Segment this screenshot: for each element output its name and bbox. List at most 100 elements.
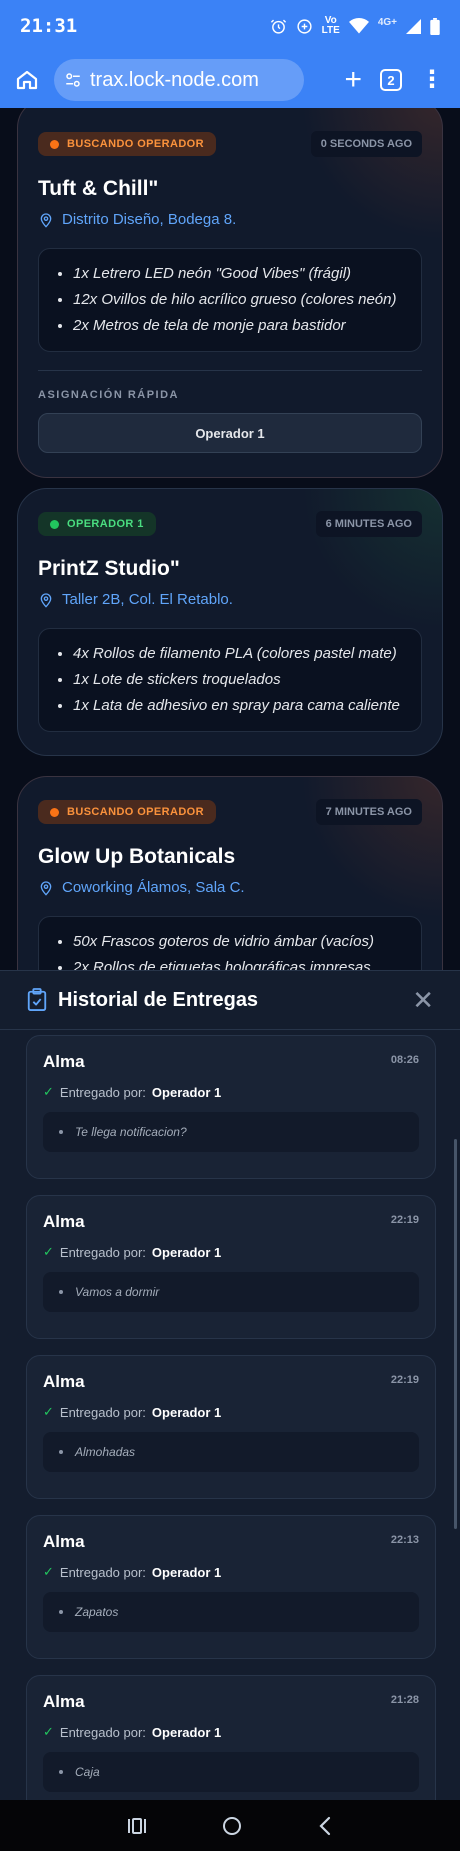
scrollbar[interactable]	[454, 1139, 457, 1529]
url-text[interactable]: trax.lock-node.com	[90, 69, 259, 92]
list-item: 4x Rollos de filamento PLA (colores past…	[73, 641, 403, 667]
status-dot	[50, 807, 59, 817]
recents-icon[interactable]	[127, 1817, 147, 1835]
location-pin-icon	[40, 880, 52, 896]
data-saver-icon	[297, 18, 312, 34]
item-list: 1x Letrero LED neón "Good Vibes" (frágil…	[38, 248, 422, 352]
divider	[0, 1029, 460, 1030]
delivery-note: Te llega notificacion?	[43, 1112, 419, 1152]
bullet	[59, 1610, 63, 1614]
history-panel[interactable]: Historial de Entregas ✕ Alma 08:26 ✓ Ent…	[0, 970, 460, 1800]
customer-name: Alma	[43, 1532, 85, 1551]
status-badge: BUSCANDO OPERADOR	[38, 132, 216, 156]
orders-feed[interactable]: BUSCANDO OPERADOR 0 SECONDS AGO Tuft & C…	[0, 108, 460, 970]
back-icon[interactable]	[317, 1816, 333, 1836]
status-badge: BUSCANDO OPERADOR	[38, 800, 216, 824]
status-bar: 21:31 Vo LTE 4G+	[0, 0, 460, 52]
assign-operator-button[interactable]: Operador 1	[38, 413, 422, 453]
entry-time: 08:26	[390, 1054, 419, 1066]
list-item: 1x Letrero LED neón "Good Vibes" (frágil…	[73, 261, 403, 287]
history-title: Historial de Entregas	[58, 988, 259, 1011]
status-badge: OPERADOR 1	[38, 512, 156, 536]
system-nav-bar	[0, 1800, 460, 1851]
location-pin-icon	[40, 592, 52, 608]
new-tab-button[interactable]: +	[344, 65, 362, 95]
wifi-icon	[348, 18, 369, 34]
delivered-by: ✓ Entregado por: Operador 1	[43, 1244, 222, 1260]
address-bar[interactable]: trax.lock-node.com	[54, 59, 304, 101]
delivery-note: Zapatos	[43, 1592, 419, 1632]
status-dot	[50, 519, 59, 529]
volte-icon: Vo LTE	[321, 15, 340, 36]
order-card: OPERADOR 1 6 MINUTES AGO PrintZ Studio" …	[17, 488, 443, 756]
customer-name: Alma	[43, 1692, 85, 1711]
entry-time: 22:19	[390, 1214, 419, 1226]
bullet	[59, 1130, 63, 1134]
history-entry: Alma 08:26 ✓ Entregado por: Operador 1 T…	[26, 1035, 436, 1179]
clipboard-check-icon	[27, 988, 47, 1012]
signal-icon	[406, 18, 421, 34]
delivery-note: Caja	[43, 1752, 419, 1792]
history-entry: Alma 22:19 ✓ Entregado por: Operador 1 V…	[26, 1195, 436, 1339]
check-icon: ✓	[43, 1564, 54, 1579]
entry-time: 22:13	[390, 1534, 419, 1546]
delivered-by: ✓ Entregado por: Operador 1	[43, 1084, 222, 1100]
list-item: 2x Metros de tela de monje para bastidor	[73, 313, 403, 339]
browser-toolbar: trax.lock-node.com + 2 ⋮	[0, 52, 460, 108]
tab-switcher-button[interactable]: 2	[380, 69, 402, 91]
history-header: Historial de Entregas ✕	[0, 971, 460, 1029]
order-location: Coworking Álamos, Sala C.	[38, 879, 422, 896]
order-card: BUSCANDO OPERADOR 0 SECONDS AGO Tuft & C…	[17, 108, 443, 478]
status-icons: Vo LTE 4G+	[270, 16, 440, 36]
entry-time: 22:19	[390, 1374, 419, 1386]
history-entry: Alma 21:28 ✓ Entregado por: Operador 1 C…	[26, 1675, 436, 1800]
customer-name: Alma	[43, 1052, 85, 1071]
history-entry: Alma 22:19 ✓ Entregado por: Operador 1 A…	[26, 1355, 436, 1499]
list-item: 1x Lote de stickers troquelados	[73, 667, 403, 693]
bullet	[59, 1770, 63, 1774]
time-ago: 7 MINUTES AGO	[315, 799, 422, 825]
item-list: 50x Frascos goteros de vidrio ámbar (vac…	[38, 916, 422, 970]
list-item: 12x Ovillos de hilo acrílico grueso (col…	[73, 287, 403, 313]
order-location: Taller 2B, Col. El Retablo.	[38, 591, 422, 608]
bullet	[59, 1450, 63, 1454]
list-item: 1x Lata de adhesivo en spray para cama c…	[73, 693, 403, 719]
site-settings-icon[interactable]	[64, 71, 82, 89]
location-pin-icon	[40, 212, 52, 228]
battery-icon	[430, 17, 440, 35]
history-entry: Alma 22:13 ✓ Entregado por: Operador 1 Z…	[26, 1515, 436, 1659]
order-title: PrintZ Studio"	[38, 557, 180, 580]
menu-icon[interactable]: ⋮	[420, 68, 444, 92]
check-icon: ✓	[43, 1244, 54, 1259]
order-title: Tuft & Chill"	[38, 177, 159, 200]
customer-name: Alma	[43, 1372, 85, 1391]
clock: 21:31	[20, 15, 78, 37]
alarm-icon	[270, 19, 286, 34]
order-title: Glow Up Botanicals	[38, 845, 236, 868]
time-ago: 6 MINUTES AGO	[315, 511, 422, 537]
entry-time: 21:28	[390, 1694, 419, 1706]
order-card: BUSCANDO OPERADOR 7 MINUTES AGO Glow Up …	[17, 776, 443, 970]
check-icon: ✓	[43, 1084, 54, 1099]
delivered-by: ✓ Entregado por: Operador 1	[43, 1404, 222, 1420]
quick-assign-label: ASIGNACIÓN RÁPIDA	[38, 389, 180, 401]
delivery-note: Almohadas	[43, 1432, 419, 1472]
home-icon	[16, 70, 38, 90]
check-icon: ✓	[43, 1404, 54, 1419]
delivered-by: ✓ Entregado por: Operador 1	[43, 1564, 222, 1580]
check-icon: ✓	[43, 1724, 54, 1739]
delivered-by: ✓ Entregado por: Operador 1	[43, 1724, 222, 1740]
status-dot	[50, 139, 59, 149]
home-nav-icon[interactable]	[222, 1816, 242, 1836]
network-type: 4G+	[377, 17, 397, 28]
order-location: Distrito Diseño, Bodega 8.	[38, 211, 422, 228]
divider	[38, 370, 422, 371]
bullet	[59, 1290, 63, 1294]
delivery-note: Vamos a dormir	[43, 1272, 419, 1312]
home-button[interactable]	[10, 63, 44, 97]
list-item: 50x Frascos goteros de vidrio ámbar (vac…	[73, 929, 403, 955]
list-item: 2x Rollos de etiquetas holográficas impr…	[73, 955, 403, 970]
close-icon[interactable]: ✕	[412, 987, 434, 1013]
customer-name: Alma	[43, 1212, 85, 1231]
time-ago: 0 SECONDS AGO	[310, 131, 422, 157]
